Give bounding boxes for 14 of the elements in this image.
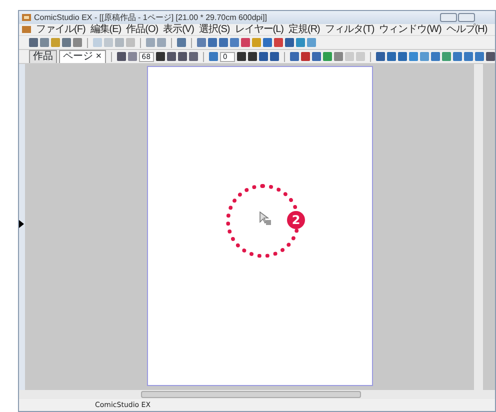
menu-item[interactable]: 編集(E) bbox=[90, 24, 122, 35]
menu-item[interactable]: ヘルプ(H) bbox=[446, 24, 488, 35]
menu-item[interactable]: 定規(R) bbox=[288, 24, 320, 35]
menu-item[interactable]: フィルタ(T) bbox=[324, 24, 374, 35]
menu-item[interactable]: 表示(V) bbox=[163, 24, 194, 35]
window-title: ComicStudio EX - [[原稿作品 - 1ページ] [21.00 * 29.70cm 600dpi]] bbox=[34, 12, 267, 24]
menu-item[interactable]: レイヤー(L) bbox=[234, 24, 284, 35]
menu-item[interactable]: 作品(O) bbox=[126, 24, 158, 35]
step-number: 2 bbox=[287, 211, 305, 229]
panel-tab[interactable]: 作品 bbox=[29, 50, 57, 63]
panel-tab[interactable]: ページ × bbox=[59, 50, 106, 63]
menu-item[interactable]: 選択(S) bbox=[198, 24, 230, 35]
menu-item[interactable]: ウィンドウ(W) bbox=[379, 24, 442, 35]
menu-item[interactable]: ファイル(F) bbox=[36, 24, 86, 35]
